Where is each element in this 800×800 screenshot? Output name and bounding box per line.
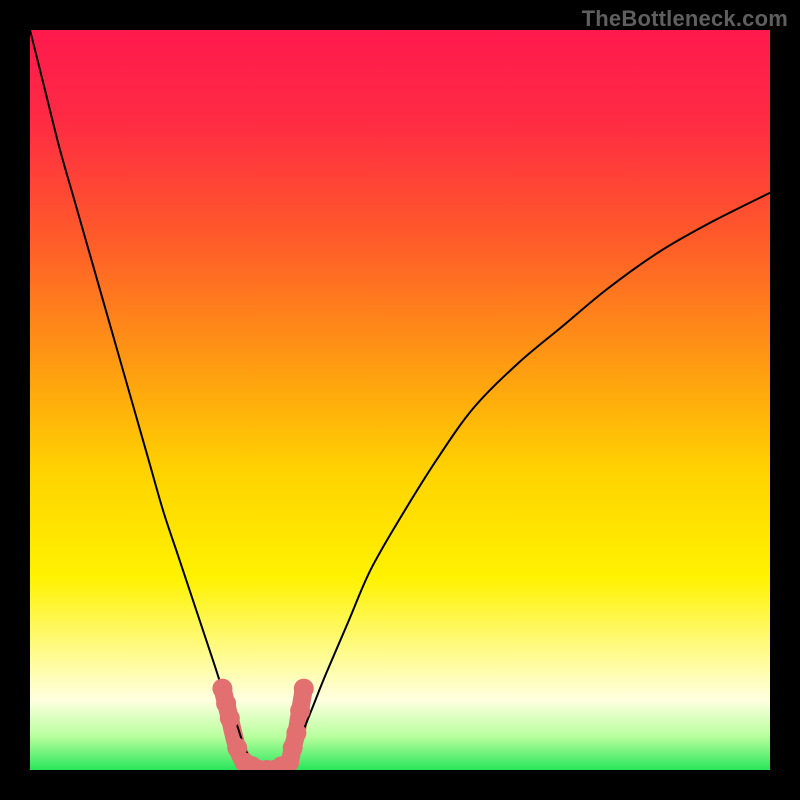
watermark-text: TheBottleneck.com [582,6,788,32]
chart-frame: TheBottleneck.com [0,0,800,800]
gradient-background [30,30,770,770]
plot-area [30,30,770,770]
